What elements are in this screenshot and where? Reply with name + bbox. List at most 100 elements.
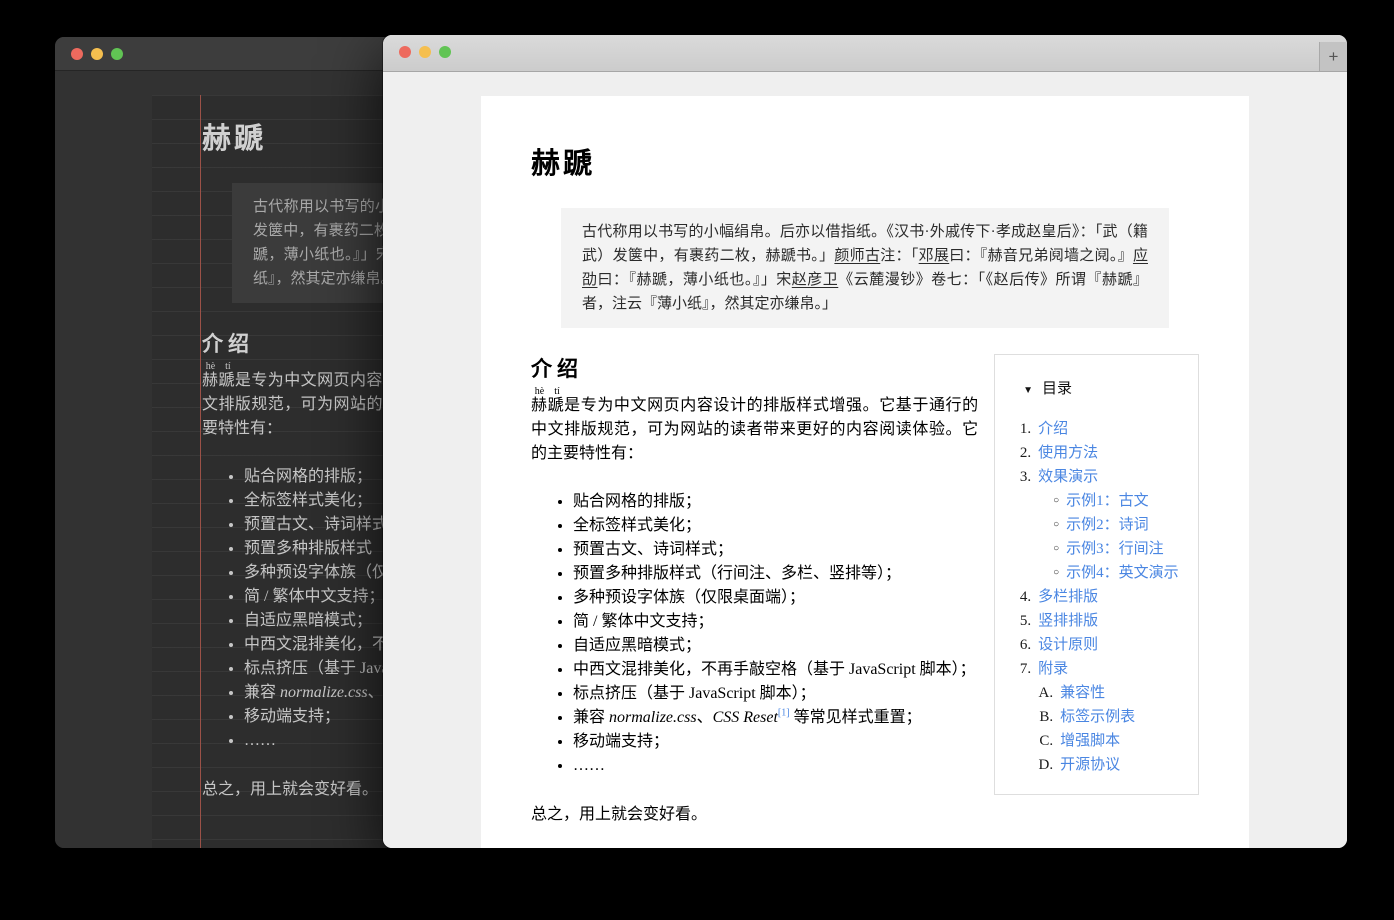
ruby-annotation: 赫蹏hè tí [202, 361, 235, 389]
toc-row: ○ 示例1：古文 [1009, 489, 1188, 513]
feature-item: …… [573, 754, 978, 778]
toc-item-marker: 2. [1019, 445, 1032, 461]
toc-link[interactable]: 示例2：诗词 [1066, 513, 1149, 537]
zoom-button[interactable] [111, 48, 123, 60]
toc-item-marker: 1. [1019, 421, 1032, 437]
toc-link[interactable]: 示例3：行间注 [1066, 537, 1164, 561]
light-page-content: 赫蹏 古代称用以书写的小幅绢帛。后亦以借指纸。《汉书·外戚传下·孝成赵皇后》：「… [383, 72, 1347, 848]
minimize-button[interactable] [91, 48, 103, 60]
text-segment: 兼容 [244, 684, 281, 701]
feature-item: 自适应黑暗模式； [573, 634, 978, 658]
zoom-button[interactable] [439, 46, 451, 58]
toc-link[interactable]: 设计原则 [1038, 633, 1098, 657]
toc-header: ▼ 目录 [1023, 377, 1188, 403]
traffic-lights [399, 46, 451, 58]
closing-paragraph: 总之，用上就会变好看。 [531, 806, 708, 823]
feature-list: 贴合网格的排版； 全标签样式美化； 预置古文、诗词样式； 预置多种排版样式（行间注、多… [531, 490, 978, 778]
text-segment: 贴合网格的排版； [244, 468, 373, 485]
toc-item-marker: 5. [1019, 613, 1032, 629]
toc-item-marker: C. [1039, 733, 1054, 749]
toc-circle-marker: ○ [1053, 519, 1060, 530]
toc-list: 1. 介绍 2. 使用方法 3. 效果演示 ○ 示例1：古文 ○ 示例2：诗词 ○ 示例3：行间注 ○ 示… [1009, 417, 1188, 777]
toc-link[interactable]: 使用方法 [1038, 441, 1098, 465]
feature-item: 全标签样式美化； [573, 514, 978, 538]
toc-row: 7. 附录 [1009, 657, 1188, 681]
feature-item: 标点挤压（基于 JavaScript 脚本）； [573, 682, 978, 706]
text-segment: 多种预设字体族（仅限桌面端）； [573, 589, 806, 606]
titlebar-light[interactable]: + [383, 35, 1347, 72]
text-segment: 中西文混排美化，不再手敲空格（基于 JavaScript 脚本）； [573, 661, 976, 678]
toc-link[interactable]: 示例1：古文 [1066, 489, 1149, 513]
toc-circle-marker: ○ [1053, 543, 1060, 554]
toc-card: ▼ 目录 1. 介绍 2. 使用方法 3. 效果演示 ○ 示例1：古文 ○ 示例2：诗词 ○ 示例3：… [994, 354, 1199, 795]
toc-row: D. 开源协议 [1009, 753, 1188, 777]
intro-text: 是专为中文网页内容设计的排版样式增强。它基于通行的中文排版规范，可为网站的读者带… [531, 397, 979, 462]
proper-noun-mark: 赵彦卫 [791, 272, 839, 288]
close-button[interactable] [399, 46, 411, 58]
toc-row: ○ 示例2：诗词 [1009, 513, 1188, 537]
toc-row: A. 兼容性 [1009, 681, 1188, 705]
toc-row: 5. 竖排排版 [1009, 609, 1188, 633]
text-segment: 简 / 繁体中文支持； [573, 613, 714, 630]
toc-link[interactable]: 附录 [1038, 657, 1068, 681]
definition-blockquote: 古代称用以书写的小幅绢帛。后亦以借指纸。《汉书·外戚传下·孝成赵皇后》：「武（籍… [561, 208, 1169, 328]
ruby-annotation: 赫蹏hè tí [531, 386, 565, 414]
intro-paragraph: 赫蹏hè tí是专为中文网页内容设计的排版样式增强。它基于通行的中文排版规范，可… [531, 386, 978, 466]
toc-link[interactable]: 标签示例表 [1060, 705, 1135, 729]
text-segment: 注：「 [880, 248, 919, 264]
desktop: { "chrome": { "plus_label": "+", "traffi… [0, 0, 1394, 920]
text-segment: 预置古文、诗词样式； [244, 516, 405, 533]
toc-link[interactable]: 增强脚本 [1060, 729, 1120, 753]
toc-item-marker: D. [1038, 757, 1054, 773]
grid-column-redline [200, 95, 201, 848]
text-segment: CSS Reset [712, 709, 778, 726]
toc-row: 6. 设计原则 [1009, 633, 1188, 657]
text-segment: 简 / 繁体中文支持； [244, 588, 385, 605]
text-segment: normalize.css [280, 684, 368, 701]
toc-row: 4. 多栏排版 [1009, 585, 1188, 609]
text-segment: 全标签样式美化； [244, 492, 373, 509]
ruby-base: 赫蹏 [202, 372, 235, 389]
text-segment: normalize.css [609, 709, 697, 726]
feature-item: 兼容 normalize.css、CSS Reset[1] 等常见样式重置； [573, 706, 978, 730]
toc-link[interactable]: 介绍 [1038, 417, 1068, 441]
toc-row: C. 增强脚本 [1009, 729, 1188, 753]
toc-link[interactable]: 开源协议 [1060, 753, 1120, 777]
toc-row: 2. 使用方法 [1009, 441, 1188, 465]
toc-link[interactable]: 竖排排版 [1038, 609, 1098, 633]
toc-row: 3. 效果演示 [1009, 465, 1188, 489]
intro-section: 介绍 赫蹏hè tí是专为中文网页内容设计的排版样式增强。它基于通行的中文排版规… [531, 354, 978, 848]
text-segment: 贴合网格的排版； [573, 493, 702, 510]
text-segment: 移动端支持； [573, 733, 670, 750]
toc-link[interactable]: 多栏排版 [1038, 585, 1098, 609]
text-segment: 自适应黑暗模式； [573, 637, 702, 654]
ruby-pinyin: hè tí [202, 361, 235, 372]
toc-item-marker: 6. [1019, 637, 1032, 653]
toc-item-marker: B. [1039, 709, 1054, 725]
traffic-lights [71, 48, 123, 60]
minimize-button[interactable] [419, 46, 431, 58]
article-card: 赫蹏 古代称用以书写的小幅绢帛。后亦以借指纸。《汉书·外戚传下·孝成赵皇后》：「… [481, 96, 1249, 848]
toc-item-marker: A. [1038, 685, 1054, 701]
toc-collapse-triangle-icon[interactable]: ▼ [1023, 379, 1033, 403]
text-segment: 兼容 [573, 709, 610, 726]
text-segment: 预置古文、诗词样式； [573, 541, 734, 558]
ruby-base: 赫蹏 [531, 397, 565, 414]
toc-link[interactable]: 兼容性 [1060, 681, 1105, 705]
feature-item: 移动端支持； [573, 730, 978, 754]
feature-item: 多种预设字体族（仅限桌面端）； [573, 586, 978, 610]
page-title: 赫蹏 [531, 148, 596, 180]
feature-item: 贴合网格的排版； [573, 490, 978, 514]
text-segment: 移动端支持； [244, 708, 341, 725]
toc-link[interactable]: 效果演示 [1038, 465, 1098, 489]
toc-item-marker: 3. [1019, 469, 1032, 485]
feature-item: 简 / 繁体中文支持； [573, 610, 978, 634]
new-tab-button[interactable]: + [1319, 42, 1347, 71]
toc-row: 1. 介绍 [1009, 417, 1188, 441]
footnote-ref-link[interactable]: [1] [778, 708, 790, 719]
toc-title: 目录 [1042, 381, 1073, 397]
window-light-mode: + 赫蹏 古代称用以书写的小幅绢帛。后亦以借指纸。《汉书·外戚传下·孝成赵皇后》… [383, 35, 1347, 848]
toc-link[interactable]: 示例4：英文演示 [1066, 561, 1179, 585]
text-segment: 全标签样式美化； [573, 517, 702, 534]
close-button[interactable] [71, 48, 83, 60]
